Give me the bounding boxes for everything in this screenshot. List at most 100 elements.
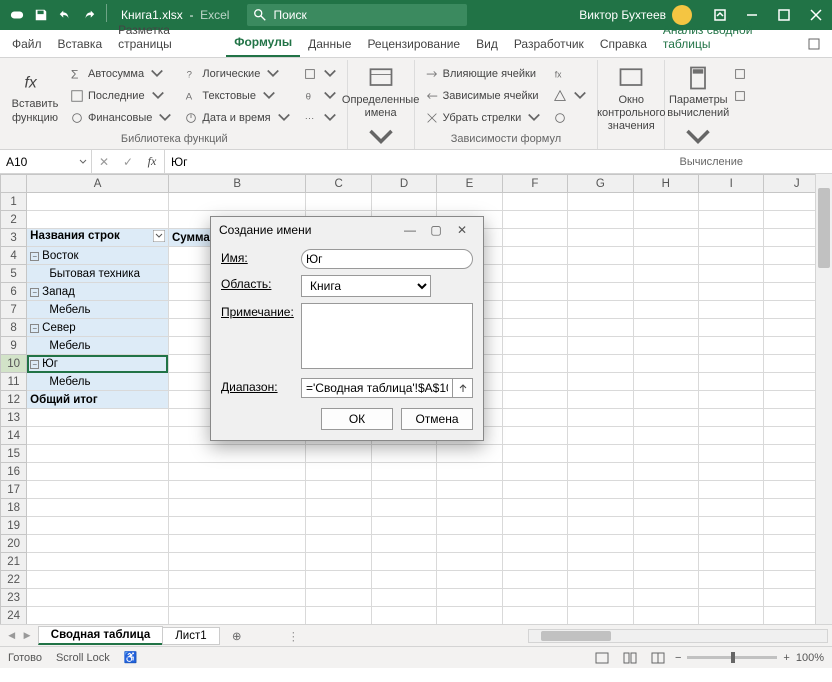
collapse-toggle[interactable]: − [30,360,39,369]
cell[interactable] [437,445,502,463]
cell[interactable] [633,517,698,535]
cell[interactable] [568,463,633,481]
show-formulas-button[interactable]: fx [549,63,591,84]
cell[interactable] [568,445,633,463]
row-header[interactable]: 10 [1,355,27,373]
math-functions-button[interactable]: θ [299,85,341,106]
cell[interactable] [502,301,567,319]
fx-button[interactable]: fx [140,154,164,169]
cell[interactable] [568,391,633,409]
accessibility-icon[interactable]: ♿ [124,651,138,664]
cell[interactable] [699,517,764,535]
cell[interactable] [699,499,764,517]
cell[interactable] [633,571,698,589]
recent-functions-button[interactable]: Последние [66,85,176,106]
row-header[interactable]: 15 [1,445,27,463]
trace-dependents-button[interactable]: Зависимые ячейки [421,85,546,106]
cell[interactable] [699,463,764,481]
filter-dropdown-icon[interactable] [153,230,165,245]
cell[interactable] [27,193,169,211]
cell[interactable] [568,535,633,553]
financial-functions-button[interactable]: Финансовые [66,107,176,128]
cell[interactable] [502,193,567,211]
row-header[interactable]: 7 [1,301,27,319]
cell[interactable] [371,193,436,211]
cell[interactable] [633,589,698,607]
cell[interactable] [502,463,567,481]
cell[interactable] [371,589,436,607]
cell[interactable] [437,553,502,571]
cell[interactable] [437,481,502,499]
cell[interactable] [699,211,764,229]
cell[interactable] [699,301,764,319]
evaluate-formula-button[interactable] [549,107,591,128]
row-header[interactable]: 24 [1,607,27,625]
cell[interactable] [568,265,633,283]
cell[interactable] [699,571,764,589]
row-header[interactable]: 11 [1,373,27,391]
cell[interactable] [502,607,567,625]
cell[interactable] [27,607,169,625]
collapse-toggle[interactable]: − [30,324,39,333]
row-header[interactable]: 3 [1,229,27,247]
cell[interactable] [633,427,698,445]
cell[interactable] [27,409,169,427]
cell[interactable] [168,481,305,499]
autosave-toggle[interactable] [6,4,28,26]
cell[interactable] [502,247,567,265]
formula-input[interactable]: Юг [165,150,832,173]
vertical-scrollbar[interactable] [815,174,832,624]
watch-window-button[interactable]: Окно контрольного значения [602,62,660,136]
cell[interactable] [568,409,633,427]
tab-data[interactable]: Данные [300,31,359,57]
column-header[interactable]: H [633,175,698,193]
cell[interactable] [699,247,764,265]
cell[interactable] [437,517,502,535]
cell[interactable] [371,535,436,553]
row-header[interactable]: 13 [1,409,27,427]
tab-file[interactable]: Файл [4,31,50,57]
cell[interactable] [502,535,567,553]
cell[interactable] [371,553,436,571]
cell[interactable] [27,553,169,571]
cell[interactable]: Бытовая техника [27,265,169,283]
cell[interactable] [568,337,633,355]
cell[interactable] [371,517,436,535]
cell[interactable] [502,373,567,391]
cell[interactable] [27,463,169,481]
comment-textarea[interactable] [301,303,473,369]
cell[interactable] [568,247,633,265]
cell[interactable] [27,499,169,517]
datetime-functions-button[interactable]: Дата и время [180,107,294,128]
add-sheet-button[interactable]: ⊕ [226,629,248,643]
row-header[interactable]: 20 [1,535,27,553]
cell[interactable]: −Юг [27,355,169,373]
cell[interactable] [168,499,305,517]
row-header[interactable]: 8 [1,319,27,337]
cell[interactable] [633,337,698,355]
undo-icon[interactable] [54,4,76,26]
cell[interactable] [168,535,305,553]
cell[interactable] [699,229,764,247]
row-header[interactable]: 14 [1,427,27,445]
cell[interactable] [568,355,633,373]
collapse-toggle[interactable]: − [30,252,39,261]
sheet-nav-next[interactable]: ► [21,630,32,642]
cell[interactable] [437,589,502,607]
name-input[interactable] [301,249,473,269]
cell[interactable]: Названия строк [27,229,169,247]
more-functions-button[interactable]: ⋯ [299,107,341,128]
row-header[interactable]: 5 [1,265,27,283]
tab-review[interactable]: Рецензирование [359,31,468,57]
view-normal-button[interactable] [591,649,613,667]
cell[interactable] [371,463,436,481]
calculation-options-button[interactable]: Параметры вычислений [669,62,727,154]
column-header[interactable]: D [371,175,436,193]
cell[interactable] [633,355,698,373]
cell[interactable] [633,409,698,427]
cell[interactable] [306,607,371,625]
cell[interactable] [699,535,764,553]
column-header[interactable]: A [27,175,169,193]
cell[interactable] [699,355,764,373]
cell[interactable] [168,463,305,481]
